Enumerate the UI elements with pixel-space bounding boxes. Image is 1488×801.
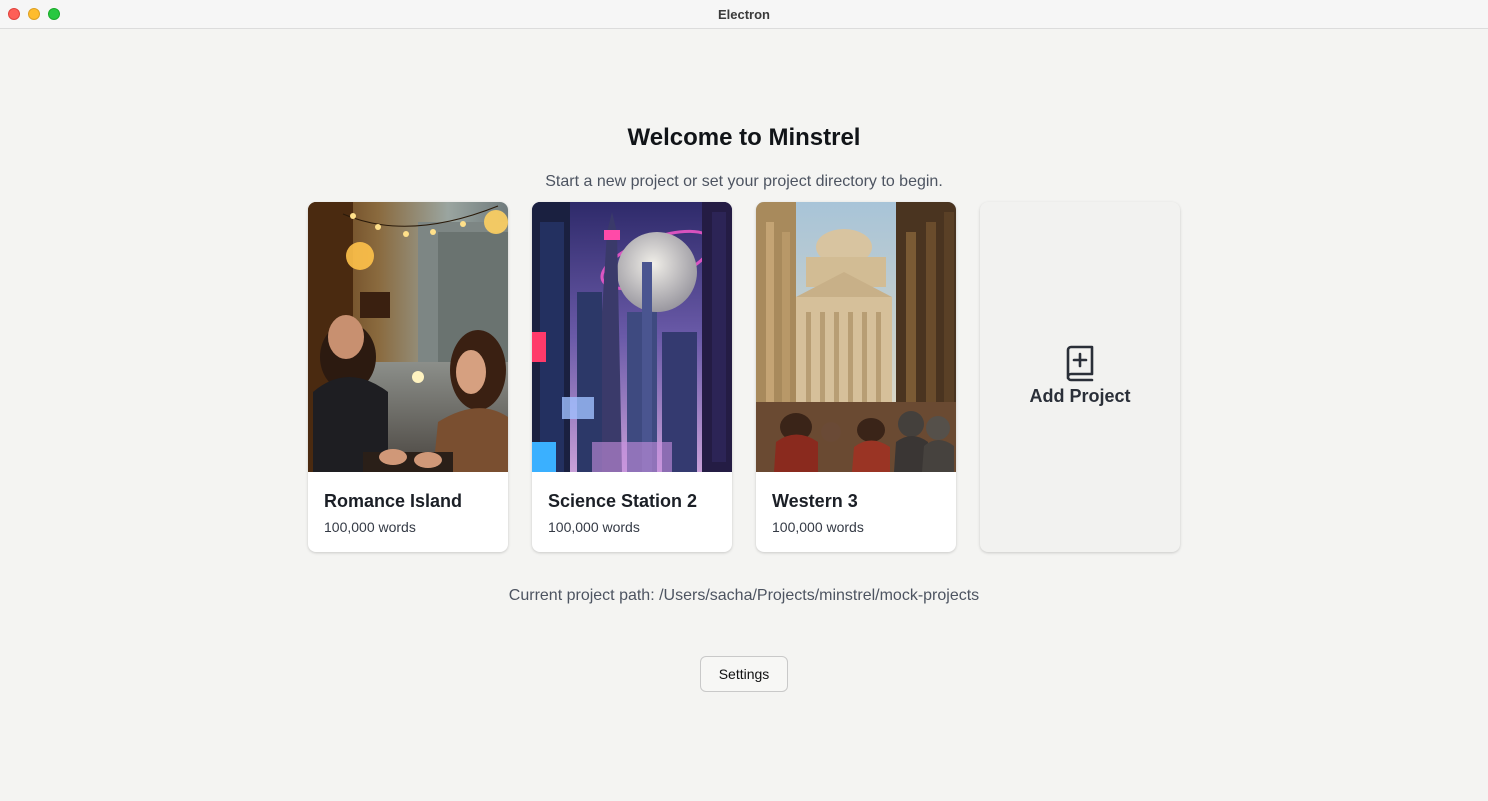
project-word-count: 100,000 words	[772, 519, 864, 535]
window-title: Electron	[717, 7, 770, 22]
project-word-count: 100,000 words	[548, 519, 640, 535]
book-plus-icon	[1066, 345, 1094, 382]
project-card-romance-island[interactable]: Romance Island 100,000 words	[308, 202, 508, 552]
futuristic-city-moon-image	[532, 202, 732, 472]
project-word-count: 100,000 words	[324, 519, 416, 535]
welcome-subtitle: Start a new project or set your project …	[545, 173, 943, 190]
project-title: Science Station 2	[548, 491, 698, 511]
welcome-heading: Welcome to Minstrel	[627, 124, 861, 151]
roman-crowd-temple-image	[756, 202, 956, 472]
current-project-path: Current project path: /Users/sacha/Proje…	[508, 587, 980, 604]
project-card-western-3[interactable]: Western 3 100,000 words	[756, 202, 956, 552]
add-project-card[interactable]: Add Project	[980, 202, 1180, 552]
app-window: Electron Welcome to Minstrel Start a new…	[0, 0, 1488, 801]
settings-button[interactable]: Settings	[700, 656, 788, 692]
project-title: Romance Island	[324, 491, 463, 511]
project-title: Western 3	[772, 491, 858, 511]
couple-at-cafe-image	[308, 202, 508, 472]
title-bar: Electron	[0, 0, 1488, 29]
add-project-label: Add Project	[1029, 386, 1131, 406]
project-card-science-station-2[interactable]: Science Station 2 100,000 words	[532, 202, 732, 552]
